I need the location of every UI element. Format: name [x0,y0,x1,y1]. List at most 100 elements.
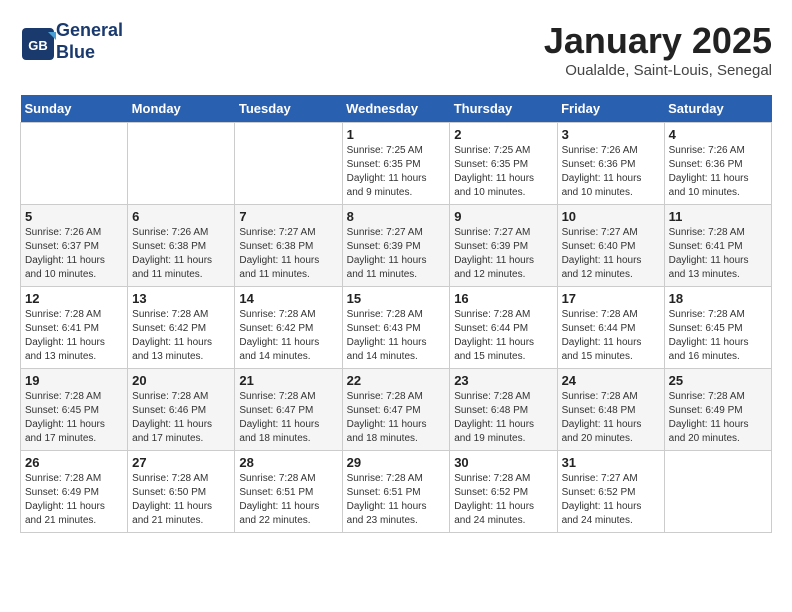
svg-text:GB: GB [28,38,48,53]
day-number: 23 [454,373,552,388]
day-number: 19 [25,373,123,388]
week-row-1: 1 Sunrise: 7:25 AM Sunset: 6:35 PM Daylig… [21,123,772,205]
week-row-5: 26Sunrise: 7:28 AM Sunset: 6:49 PM Dayli… [21,451,772,533]
logo-text: General Blue [56,20,123,63]
header-row: SundayMondayTuesdayWednesdayThursdayFrid… [21,95,772,123]
col-header-sunday: Sunday [21,95,128,123]
day-number: 1 [347,127,446,142]
day-info: Sunrise: 7:27 AM Sunset: 6:39 PM Dayligh… [454,226,552,282]
day-cell: 17 Sunrise: 7:28 AM Sunset: 6:44 PM Dayli… [557,287,664,369]
col-header-monday: Monday [128,95,235,123]
day-info: Sunrise: 7:27 AM Sunset: 6:40 PM Dayligh… [562,226,660,282]
day-cell: 5Sunrise: 7:26 AM Sunset: 6:37 PM Daylig… [21,205,128,287]
day-number: 2 [454,127,552,142]
col-header-friday: Friday [557,95,664,123]
day-cell: 13Sunrise: 7:28 AM Sunset: 6:42 PM Dayli… [128,287,235,369]
day-cell [235,123,342,205]
week-row-4: 19 Sunrise: 7:28 AM Sunset: 6:45 PM Dayli… [21,369,772,451]
day-info: Sunrise: 7:28 AM Sunset: 6:41 PM Dayligh… [669,226,767,282]
month-title: January 2025 [544,20,772,62]
day-number: 7 [239,209,337,224]
day-cell: 7 Sunrise: 7:27 AM Sunset: 6:38 PM Daylig… [235,205,342,287]
day-info: Sunrise: 7:28 AM Sunset: 6:51 PM Dayligh… [347,472,446,528]
day-cell: 25 Sunrise: 7:28 AM Sunset: 6:49 PM Dayli… [664,369,771,451]
day-info: Sunrise: 7:28 AM Sunset: 6:51 PM Dayligh… [239,472,337,528]
day-cell: 14Sunrise: 7:28 AM Sunset: 6:42 PM Dayli… [235,287,342,369]
calendar-header: SundayMondayTuesdayWednesdayThursdayFrid… [21,95,772,123]
day-info: Sunrise: 7:28 AM Sunset: 6:44 PM Dayligh… [454,308,552,364]
day-info: Sunrise: 7:28 AM Sunset: 6:43 PM Dayligh… [347,308,446,364]
day-info: Sunrise: 7:26 AM Sunset: 6:38 PM Dayligh… [132,226,230,282]
title-block: January 2025 Oualalde, Saint-Louis, Sene… [544,20,772,79]
day-number: 3 [562,127,660,142]
day-cell: 19 Sunrise: 7:28 AM Sunset: 6:45 PM Dayli… [21,369,128,451]
day-cell: 12Sunrise: 7:28 AM Sunset: 6:41 PM Dayli… [21,287,128,369]
day-info: Sunrise: 7:28 AM Sunset: 6:44 PM Dayligh… [562,308,660,364]
day-cell: 23 Sunrise: 7:28 AM Sunset: 6:48 PM Dayli… [450,369,557,451]
day-cell: 27 Sunrise: 7:28 AM Sunset: 6:50 PM Dayli… [128,451,235,533]
day-info: Sunrise: 7:28 AM Sunset: 6:41 PM Dayligh… [25,308,123,364]
day-info: Sunrise: 7:28 AM Sunset: 6:45 PM Dayligh… [25,390,123,446]
day-cell: 29 Sunrise: 7:28 AM Sunset: 6:51 PM Dayli… [342,451,450,533]
day-info: Sunrise: 7:28 AM Sunset: 6:47 PM Dayligh… [239,390,337,446]
day-number: 27 [132,455,230,470]
day-number: 15 [347,291,446,306]
day-info: Sunrise: 7:26 AM Sunset: 6:37 PM Dayligh… [25,226,123,282]
day-info: Sunrise: 7:26 AM Sunset: 6:36 PM Dayligh… [669,144,767,200]
logo-line2: Blue [56,42,123,64]
day-number: 24 [562,373,660,388]
day-cell: 6 Sunrise: 7:26 AM Sunset: 6:38 PM Daylig… [128,205,235,287]
col-header-tuesday: Tuesday [235,95,342,123]
day-number: 16 [454,291,552,306]
day-number: 21 [239,373,337,388]
calendar-body: 1 Sunrise: 7:25 AM Sunset: 6:35 PM Daylig… [21,123,772,533]
col-header-thursday: Thursday [450,95,557,123]
day-info: Sunrise: 7:28 AM Sunset: 6:49 PM Dayligh… [669,390,767,446]
day-number: 28 [239,455,337,470]
day-cell: 11 Sunrise: 7:28 AM Sunset: 6:41 PM Dayli… [664,205,771,287]
day-info: Sunrise: 7:28 AM Sunset: 6:48 PM Dayligh… [454,390,552,446]
day-info: Sunrise: 7:28 AM Sunset: 6:42 PM Dayligh… [132,308,230,364]
day-cell [128,123,235,205]
col-header-wednesday: Wednesday [342,95,450,123]
day-cell: 2Sunrise: 7:25 AM Sunset: 6:35 PM Daylig… [450,123,557,205]
day-number: 4 [669,127,767,142]
logo-line1: General [56,20,123,42]
day-cell: 4 Sunrise: 7:26 AM Sunset: 6:36 PM Daylig… [664,123,771,205]
day-number: 25 [669,373,767,388]
day-cell: 26Sunrise: 7:28 AM Sunset: 6:49 PM Dayli… [21,451,128,533]
day-info: Sunrise: 7:28 AM Sunset: 6:47 PM Dayligh… [347,390,446,446]
day-cell: 15 Sunrise: 7:28 AM Sunset: 6:43 PM Dayli… [342,287,450,369]
day-cell: 1 Sunrise: 7:25 AM Sunset: 6:35 PM Daylig… [342,123,450,205]
day-number: 6 [132,209,230,224]
day-number: 31 [562,455,660,470]
day-number: 14 [239,291,337,306]
day-info: Sunrise: 7:28 AM Sunset: 6:48 PM Dayligh… [562,390,660,446]
page-header: GB General Blue January 2025 Oualalde, S… [20,20,772,79]
day-number: 17 [562,291,660,306]
location: Oualalde, Saint-Louis, Senegal [544,62,772,79]
day-number: 11 [669,209,767,224]
day-cell: 28 Sunrise: 7:28 AM Sunset: 6:51 PM Dayli… [235,451,342,533]
day-number: 20 [132,373,230,388]
day-info: Sunrise: 7:28 AM Sunset: 6:46 PM Dayligh… [132,390,230,446]
calendar-table: SundayMondayTuesdayWednesdayThursdayFrid… [20,95,772,533]
logo-icon: GB [20,26,52,58]
day-number: 29 [347,455,446,470]
day-cell: 20 Sunrise: 7:28 AM Sunset: 6:46 PM Dayli… [128,369,235,451]
day-number: 30 [454,455,552,470]
week-row-3: 12Sunrise: 7:28 AM Sunset: 6:41 PM Dayli… [21,287,772,369]
day-info: Sunrise: 7:27 AM Sunset: 6:38 PM Dayligh… [239,226,337,282]
day-info: Sunrise: 7:28 AM Sunset: 6:52 PM Dayligh… [454,472,552,528]
day-info: Sunrise: 7:28 AM Sunset: 6:49 PM Dayligh… [25,472,123,528]
day-info: Sunrise: 7:28 AM Sunset: 6:50 PM Dayligh… [132,472,230,528]
col-header-saturday: Saturday [664,95,771,123]
day-cell: 24 Sunrise: 7:28 AM Sunset: 6:48 PM Dayli… [557,369,664,451]
day-number: 18 [669,291,767,306]
day-cell: 22Sunrise: 7:28 AM Sunset: 6:47 PM Dayli… [342,369,450,451]
day-info: Sunrise: 7:27 AM Sunset: 6:39 PM Dayligh… [347,226,446,282]
day-number: 9 [454,209,552,224]
day-cell: 8Sunrise: 7:27 AM Sunset: 6:39 PM Daylig… [342,205,450,287]
day-info: Sunrise: 7:26 AM Sunset: 6:36 PM Dayligh… [562,144,660,200]
day-info: Sunrise: 7:25 AM Sunset: 6:35 PM Dayligh… [347,144,446,200]
